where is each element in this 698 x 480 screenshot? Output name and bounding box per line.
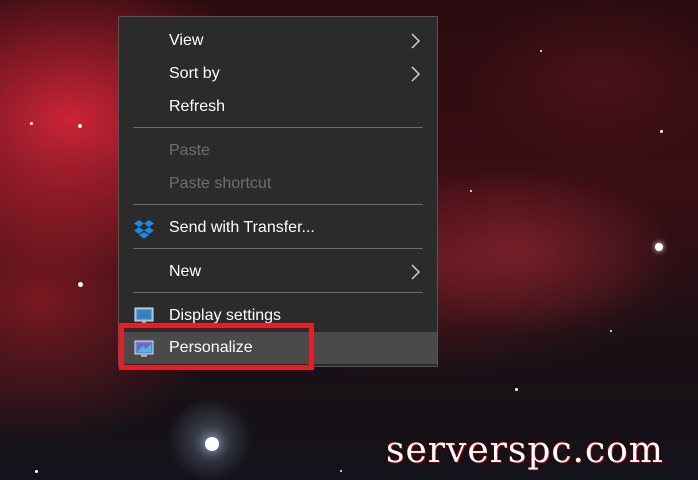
- star: [30, 122, 33, 125]
- star: [660, 130, 663, 133]
- star: [540, 50, 542, 52]
- menu-item-view[interactable]: View: [119, 25, 437, 57]
- menu-separator: [133, 204, 423, 205]
- star: [78, 124, 82, 128]
- menu-item-label: View: [169, 32, 204, 49]
- menu-separator: [133, 292, 423, 293]
- menu-item-label: Paste: [169, 142, 210, 159]
- menu-item-paste-shortcut: Paste shortcut: [119, 168, 437, 200]
- watermark-text: serverspc.com: [386, 430, 664, 471]
- star: [655, 243, 663, 251]
- menu-item-send-with-transfer[interactable]: Send with Transfer...: [119, 212, 437, 244]
- chevron-right-icon: [411, 66, 421, 82]
- dropbox-icon: [134, 220, 154, 239]
- star: [610, 330, 612, 332]
- star: [340, 470, 342, 472]
- menu-item-label: Sort by: [169, 65, 220, 82]
- menu-item-label: Refresh: [169, 98, 226, 115]
- menu-item-paste: Paste: [119, 135, 437, 167]
- star: [78, 282, 83, 287]
- star: [515, 388, 518, 391]
- menu-item-sort-by[interactable]: Sort by: [119, 58, 437, 90]
- menu-item-new[interactable]: New: [119, 256, 437, 288]
- chevron-right-icon: [411, 33, 421, 49]
- menu-item-label: Paste shortcut: [169, 175, 272, 192]
- desktop-context-menu: View Sort by Refresh Paste Paste shortcu…: [118, 16, 438, 367]
- menu-item-label: New: [169, 263, 202, 280]
- annotation-highlight-box: [119, 323, 314, 370]
- star: [470, 190, 472, 192]
- menu-item-label: Send with Transfer...: [169, 219, 315, 236]
- menu-item-refresh[interactable]: Refresh: [119, 91, 437, 123]
- star: [205, 437, 219, 451]
- chevron-right-icon: [411, 264, 421, 280]
- menu-separator: [133, 248, 423, 249]
- menu-separator: [133, 127, 423, 128]
- star: [35, 470, 38, 473]
